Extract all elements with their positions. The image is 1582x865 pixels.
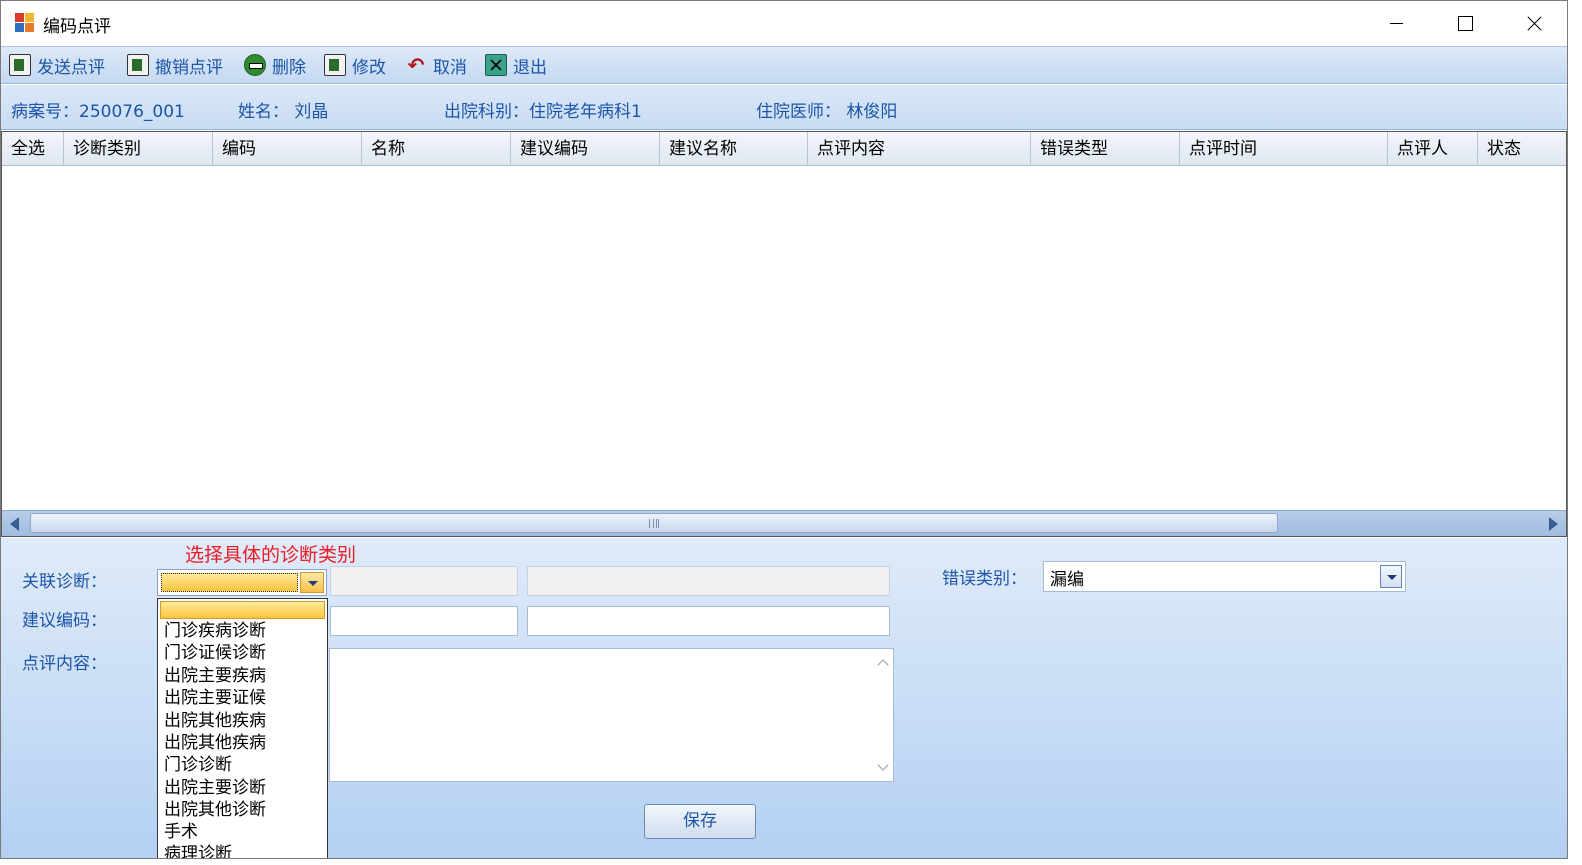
error-category-value: 漏编: [1050, 570, 1084, 590]
review-form-panel: 选择具体的诊断类别 关联诊断： 建议编码： 点评内容： 错误类别： 门诊疾病诊断…: [1, 538, 1567, 858]
horizontal-scrollbar[interactable]: [2, 510, 1566, 536]
undo-icon: ↶: [407, 53, 425, 77]
patient-info-bar: 病案号：250076_001 姓名： 刘晶 出院科别：住院老年病科1 住院医师：…: [1, 85, 1567, 130]
edit-icon: [324, 54, 346, 76]
dropdown-item[interactable]: 出院主要诊断: [164, 777, 266, 799]
delete-icon: [244, 54, 266, 76]
case-number: 病案号：250076_001: [11, 102, 185, 122]
scrollbar-thumb[interactable]: [30, 513, 1278, 533]
send-icon: [9, 54, 31, 76]
dropdown-item[interactable]: 出院其他疾病: [164, 710, 266, 732]
attending-doctor: 住院医师： 林俊阳: [756, 102, 898, 122]
minimize-button[interactable]: [1363, 1, 1431, 46]
dropdown-item[interactable]: 门诊诊断: [164, 754, 232, 776]
dropdown-item[interactable]: 门诊证候诊断: [164, 642, 266, 664]
dropdown-item[interactable]: 门诊疾病诊断: [164, 620, 266, 642]
scroll-up-icon[interactable]: [877, 659, 889, 671]
diagnosis-type-dropdown-list[interactable]: 门诊疾病诊断 门诊证候诊断 出院主要疾病 出院主要证候 出院其他疾病 出院其他疾…: [157, 598, 328, 858]
scroll-down-icon[interactable]: [877, 759, 889, 771]
send-review-label: 发送点评: [37, 57, 105, 78]
toolbar: 发送点评 撤销点评 删除 修改 ↶ 取消 退出: [1, 46, 1567, 84]
discharge-department: 出院科别：住院老年病科1: [444, 102, 642, 122]
dropdown-item-empty[interactable]: [160, 601, 325, 619]
modify-button[interactable]: 修改: [324, 52, 386, 78]
error-dropdown-button[interactable]: [1380, 565, 1402, 588]
column-select-all[interactable]: 全选: [2, 132, 64, 166]
save-button[interactable]: 保存: [644, 804, 756, 839]
window-title: 编码点评: [43, 17, 111, 37]
code-review-window: 编码点评 发送点评 撤销点评 删除 修改 ↶ 取消 退出 病案号：250076_…: [0, 0, 1568, 859]
exit-label: 退出: [513, 57, 547, 78]
dropdown-item[interactable]: 出院主要证候: [164, 687, 266, 709]
scroll-left-icon[interactable]: [10, 517, 19, 531]
title-bar: 编码点评: [1, 1, 1567, 46]
dropdown-item[interactable]: 出院主要疾病: [164, 665, 266, 687]
related-diagnosis-label: 关联诊断：: [22, 572, 107, 592]
column-review-time[interactable]: 点评时间: [1180, 132, 1388, 166]
dropdown-button[interactable]: [300, 572, 324, 593]
diagnosis-type-value: [161, 573, 298, 592]
suggested-code-input[interactable]: [330, 606, 518, 636]
delete-button[interactable]: 删除: [244, 52, 306, 78]
column-diagnosis-type[interactable]: 诊断类别: [64, 132, 213, 166]
column-status[interactable]: 状态: [1478, 132, 1566, 166]
cancel-button[interactable]: ↶ 取消: [405, 52, 467, 78]
column-suggested-code[interactable]: 建议编码: [511, 132, 660, 166]
grid-header: 全选 诊断类别 编码 名称 建议编码 建议名称 点评内容 错误类型 点评时间 点…: [2, 132, 1566, 166]
suggested-name-input[interactable]: [527, 606, 890, 636]
dropdown-item[interactable]: 出院其他疾病: [164, 732, 266, 754]
column-code[interactable]: 编码: [213, 132, 362, 166]
scroll-right-icon[interactable]: [1549, 517, 1558, 531]
grip-icon: [649, 519, 659, 528]
related-name-field: [527, 566, 890, 596]
revoke-review-label: 撤销点评: [155, 57, 223, 78]
chevron-down-icon: [308, 581, 318, 586]
modify-label: 修改: [352, 57, 386, 78]
send-review-button[interactable]: 发送点评: [9, 52, 105, 78]
error-category-select[interactable]: 漏编: [1043, 561, 1406, 592]
review-grid[interactable]: 全选 诊断类别 编码 名称 建议编码 建议名称 点评内容 错误类型 点评时间 点…: [1, 131, 1567, 537]
revoke-review-button[interactable]: 撤销点评: [127, 52, 223, 78]
error-category-label: 错误类别：: [942, 569, 1027, 589]
app-icon: [15, 13, 35, 33]
dropdown-item[interactable]: 手术: [164, 821, 198, 843]
diagnosis-type-select[interactable]: [157, 569, 327, 596]
delete-label: 删除: [272, 57, 306, 78]
column-suggested-name[interactable]: 建议名称: [660, 132, 808, 166]
dropdown-item[interactable]: 病理诊断: [164, 843, 232, 858]
close-button[interactable]: [1499, 1, 1567, 46]
column-reviewer[interactable]: 点评人: [1388, 132, 1478, 166]
suggested-code-label: 建议编码：: [22, 611, 107, 631]
chevron-down-icon: [1387, 575, 1397, 580]
patient-name: 姓名： 刘晶: [238, 102, 329, 122]
related-code-field: [330, 566, 518, 596]
review-content-label: 点评内容：: [22, 654, 107, 674]
dropdown-item[interactable]: 出院其他诊断: [164, 799, 266, 821]
revoke-icon: [127, 54, 149, 76]
annotation-text: 选择具体的诊断类别: [185, 544, 357, 566]
column-name[interactable]: 名称: [362, 132, 511, 166]
cancel-label: 取消: [433, 57, 467, 78]
exit-icon: [485, 54, 507, 76]
review-content-textarea[interactable]: [329, 648, 894, 782]
column-error-type[interactable]: 错误类型: [1031, 132, 1180, 166]
column-review-content[interactable]: 点评内容: [808, 132, 1031, 166]
maximize-button[interactable]: [1431, 1, 1499, 46]
exit-button[interactable]: 退出: [485, 52, 547, 78]
